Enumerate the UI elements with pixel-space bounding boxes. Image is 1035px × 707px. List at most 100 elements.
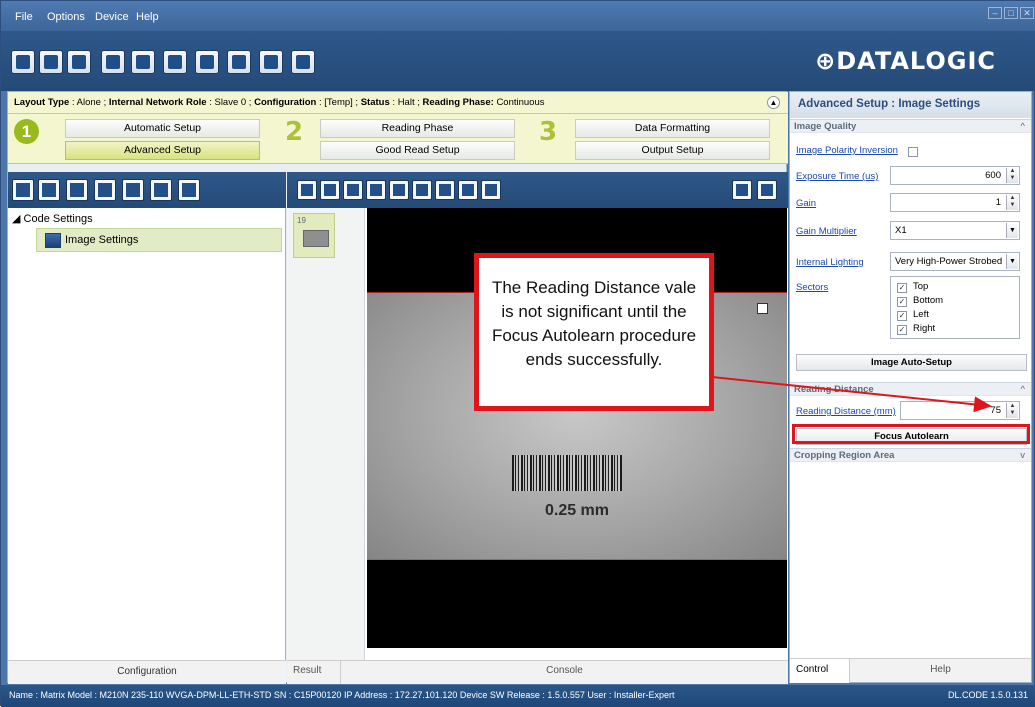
minimize-button[interactable]: – [988, 7, 1002, 19]
connect-button[interactable] [11, 50, 35, 74]
automatic-setup-button[interactable]: Automatic Setup [65, 119, 260, 138]
tab-help[interactable]: Help [850, 659, 1031, 683]
sector-right[interactable]: ✓ Right [897, 323, 935, 335]
arrow-down-icon [324, 184, 336, 196]
image-quality-section[interactable]: Image Quality ^ [790, 119, 1031, 133]
checkbox-checked-icon[interactable]: ✓ [897, 311, 907, 321]
image-polarity-inversion-checkbox[interactable] [908, 147, 918, 157]
check-button[interactable] [435, 180, 455, 200]
close-button[interactable]: ✕ [1020, 7, 1034, 19]
step-forward-button[interactable] [757, 180, 777, 200]
zoom-in-button[interactable] [343, 180, 363, 200]
viewer-footer: Result Console [287, 660, 788, 684]
autolearn-button[interactable] [178, 179, 200, 201]
gain-input[interactable]: 1 ▲ ▼ [890, 193, 1020, 212]
frame-button[interactable] [458, 180, 478, 200]
configuration-toolbar [8, 172, 286, 208]
image-overlay-icon[interactable] [757, 303, 768, 314]
save-image-button[interactable] [412, 180, 432, 200]
postal-code-button[interactable] [94, 179, 116, 201]
reading-distance-label[interactable]: Reading Distance (mm) [796, 406, 896, 417]
grid-button[interactable] [481, 180, 501, 200]
reading-phase-button[interactable]: Reading Phase [320, 119, 515, 138]
add-code-button[interactable] [12, 179, 34, 201]
image-thumbnail[interactable]: 19 [293, 213, 335, 258]
image-viewer: 19 0.25 mm Result Console [287, 172, 788, 684]
filter-icon [126, 183, 140, 197]
gain-label[interactable]: Gain [796, 198, 816, 209]
new-config-icon [106, 55, 120, 69]
export-button[interactable] [195, 50, 219, 74]
reading-distance-section[interactable]: Reading Distance ^ [790, 382, 1031, 396]
exposure-time-label[interactable]: Exposure Time (us) [796, 171, 878, 182]
compare-icon [264, 55, 278, 69]
collapse-up-icon[interactable]: ▲ [767, 96, 780, 109]
menu-device[interactable]: Device [95, 11, 129, 23]
checkbox-checked-icon[interactable]: ✓ [897, 283, 907, 293]
menu-help[interactable]: Help [136, 11, 159, 23]
thumbnail-image [303, 230, 329, 247]
gain-multiplier-select[interactable]: X1 ▼ [890, 221, 1020, 240]
compare-button[interactable] [259, 50, 283, 74]
filter-button[interactable] [122, 179, 144, 201]
chevron-up-icon: ^ [1020, 121, 1025, 132]
barcode-button[interactable] [38, 179, 60, 201]
save-config-button[interactable] [163, 50, 187, 74]
zoom-fit-button[interactable] [366, 180, 386, 200]
step-3-number: 3 [539, 117, 558, 147]
data-formatting-button[interactable]: Data Formatting [575, 119, 770, 138]
logo-mark-icon: ⊕ [815, 47, 837, 75]
sectors-label[interactable]: Sectors [796, 282, 828, 293]
internal-lighting-select[interactable]: Very High-Power Strobed ▼ [890, 252, 1020, 271]
save-image-icon [416, 184, 428, 196]
menu-file[interactable]: File [15, 11, 33, 23]
tab-result[interactable]: Result [287, 661, 341, 684]
checkbox-checked-icon[interactable]: ✓ [897, 297, 907, 307]
tab-console[interactable]: Console [341, 661, 788, 684]
new-config-button[interactable] [101, 50, 125, 74]
step-1-badge: 1 [14, 119, 39, 144]
menu-options[interactable]: Options [47, 11, 85, 23]
maximize-button[interactable]: □ [1004, 7, 1018, 19]
spinner-icon[interactable]: ▲ ▼ [1006, 403, 1018, 418]
discover-button[interactable] [39, 50, 63, 74]
open-config-button[interactable] [131, 50, 155, 74]
import-button[interactable] [227, 50, 251, 74]
tree-item-code-settings[interactable]: ◢ Code Settings [12, 212, 93, 225]
delete-button[interactable] [150, 179, 172, 201]
datamatrix-button[interactable] [66, 179, 88, 201]
exposure-time-input[interactable]: 600 ▲ ▼ [890, 166, 1020, 185]
chevron-down-icon[interactable]: ▼ [1006, 223, 1018, 238]
arrow-up-button[interactable] [297, 180, 317, 200]
spinner-icon[interactable]: ▲ ▼ [1006, 168, 1018, 183]
sector-bottom[interactable]: ✓ Bottom [897, 295, 943, 307]
checkbox-checked-icon[interactable]: ✓ [897, 325, 907, 335]
reading-distance-input[interactable]: 75 ▲ ▼ [900, 401, 1020, 420]
zoom-out-button[interactable] [389, 180, 409, 200]
thumbnail-number: 19 [297, 216, 306, 225]
output-setup-button[interactable]: Output Setup [575, 141, 770, 160]
setup-steps: 1 Automatic Setup Advanced Setup 2 Readi… [8, 114, 788, 164]
arrow-down-button[interactable] [320, 180, 340, 200]
arrow-up-icon [301, 184, 313, 196]
gain-multiplier-label[interactable]: Gain Multiplier [796, 226, 857, 237]
cropping-region-section[interactable]: Cropping Region Area v [790, 448, 1031, 462]
monitor-button[interactable] [291, 50, 315, 74]
tree-item-image-settings[interactable]: Image Settings [36, 228, 282, 252]
advanced-setup-button[interactable]: Advanced Setup [65, 141, 260, 160]
tab-control[interactable]: Control [790, 659, 850, 683]
image-polarity-inversion-label[interactable]: Image Polarity Inversion [796, 145, 898, 156]
spinner-icon[interactable]: ▲ ▼ [1006, 195, 1018, 210]
chevron-down-icon: v [1020, 450, 1025, 461]
play-button[interactable] [732, 180, 752, 200]
user-button[interactable] [67, 50, 91, 74]
open-config-icon [136, 55, 150, 69]
sector-left[interactable]: ✓ Left [897, 309, 929, 321]
chevron-down-icon[interactable]: ▼ [1006, 254, 1018, 269]
image-auto-setup-button[interactable]: Image Auto-Setup [796, 354, 1027, 371]
app-version: DL.CODE 1.5.0.131 [947, 690, 1028, 700]
good-read-setup-button[interactable]: Good Read Setup [320, 141, 515, 160]
internal-lighting-label[interactable]: Internal Lighting [796, 257, 864, 268]
add-code-icon [16, 183, 30, 197]
sector-top[interactable]: ✓ Top [897, 281, 928, 293]
